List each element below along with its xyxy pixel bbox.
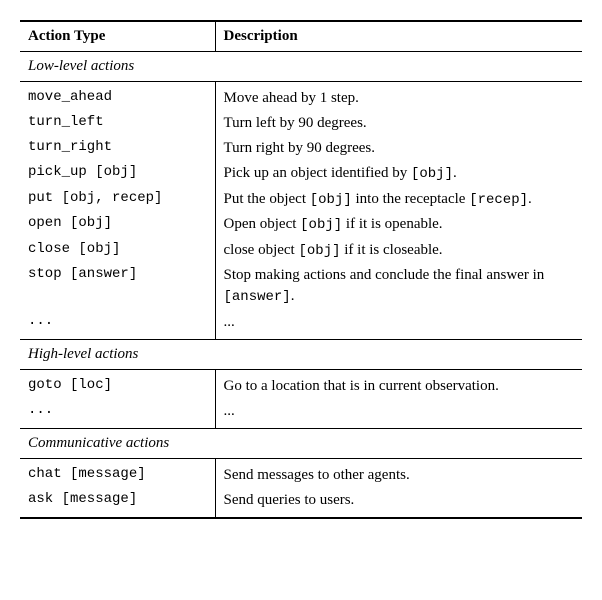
action-cell: open [obj] — [20, 212, 215, 238]
action-cell: turn_left — [20, 111, 215, 136]
action-cell: close [obj] — [20, 238, 215, 264]
desc-cell: Pick up an object identified by [obj]. — [215, 161, 582, 187]
table-row: chat [message] Send messages to other ag… — [20, 458, 582, 488]
table-row: ... ... — [20, 310, 582, 340]
action-cell: ... — [20, 399, 215, 429]
desc-cell: Stop making actions and conclude the fin… — [215, 263, 582, 310]
desc-text: if it is openable. — [342, 216, 442, 232]
section-header: Low-level actions — [20, 52, 582, 82]
desc-code: [answer] — [224, 289, 291, 305]
table-row: stop [answer] Stop making actions and co… — [20, 263, 582, 310]
desc-text: . — [453, 165, 457, 181]
action-cell: goto [loc] — [20, 369, 215, 399]
desc-cell: Move ahead by 1 step. — [215, 82, 582, 112]
desc-code: [obj] — [411, 166, 453, 182]
desc-text: Pick up an object identified by — [224, 165, 411, 181]
desc-cell: Go to a location that is in current obse… — [215, 369, 582, 399]
desc-cell: Send queries to users. — [215, 488, 582, 518]
desc-cell: ... — [215, 310, 582, 340]
desc-cell: Open object [obj] if it is openable. — [215, 212, 582, 238]
desc-cell: close object [obj] if it is closeable. — [215, 238, 582, 264]
table-row: ask [message] Send queries to users. — [20, 488, 582, 518]
desc-code: [obj] — [298, 243, 340, 259]
desc-text: into the receptacle — [352, 191, 469, 207]
table-row: pick_up [obj] Pick up an object identifi… — [20, 161, 582, 187]
action-cell: chat [message] — [20, 458, 215, 488]
desc-cell: Send messages to other agents. — [215, 458, 582, 488]
action-cell: stop [answer] — [20, 263, 215, 310]
desc-code: [obj] — [310, 192, 352, 208]
table-row: ... ... — [20, 399, 582, 429]
desc-code: [obj] — [300, 217, 342, 233]
table-header-row: Action Type Description — [20, 21, 582, 52]
action-cell: ... — [20, 310, 215, 340]
header-action-type: Action Type — [20, 21, 215, 52]
desc-text: close object — [224, 242, 299, 258]
desc-code: [recep] — [469, 192, 528, 208]
section-header: Communicative actions — [20, 428, 582, 458]
desc-text: Stop making actions and conclude the fin… — [224, 267, 545, 283]
desc-text: Open object — [224, 216, 301, 232]
table-row: put [obj, recep] Put the object [obj] in… — [20, 187, 582, 213]
action-cell: put [obj, recep] — [20, 187, 215, 213]
section-title: Communicative actions — [20, 428, 582, 458]
table-row: close [obj] close object [obj] if it is … — [20, 238, 582, 264]
table-row: open [obj] Open object [obj] if it is op… — [20, 212, 582, 238]
action-cell: ask [message] — [20, 488, 215, 518]
action-table: Action Type Description Low-level action… — [20, 20, 582, 519]
header-description: Description — [215, 21, 582, 52]
desc-cell: ... — [215, 399, 582, 429]
desc-text: if it is closeable. — [341, 242, 443, 258]
desc-cell: Put the object [obj] into the receptacle… — [215, 187, 582, 213]
action-cell: turn_right — [20, 136, 215, 161]
desc-text: . — [291, 288, 295, 304]
section-title: Low-level actions — [20, 52, 582, 82]
desc-cell: Turn right by 90 degrees. — [215, 136, 582, 161]
desc-cell: Turn left by 90 degrees. — [215, 111, 582, 136]
table-row: goto [loc] Go to a location that is in c… — [20, 369, 582, 399]
table-row: move_ahead Move ahead by 1 step. — [20, 82, 582, 112]
section-header: High-level actions — [20, 339, 582, 369]
desc-text: . — [528, 191, 532, 207]
desc-text: Put the object — [224, 191, 310, 207]
table-row: turn_right Turn right by 90 degrees. — [20, 136, 582, 161]
action-cell: pick_up [obj] — [20, 161, 215, 187]
section-title: High-level actions — [20, 339, 582, 369]
action-cell: move_ahead — [20, 82, 215, 112]
table-row: turn_left Turn left by 90 degrees. — [20, 111, 582, 136]
